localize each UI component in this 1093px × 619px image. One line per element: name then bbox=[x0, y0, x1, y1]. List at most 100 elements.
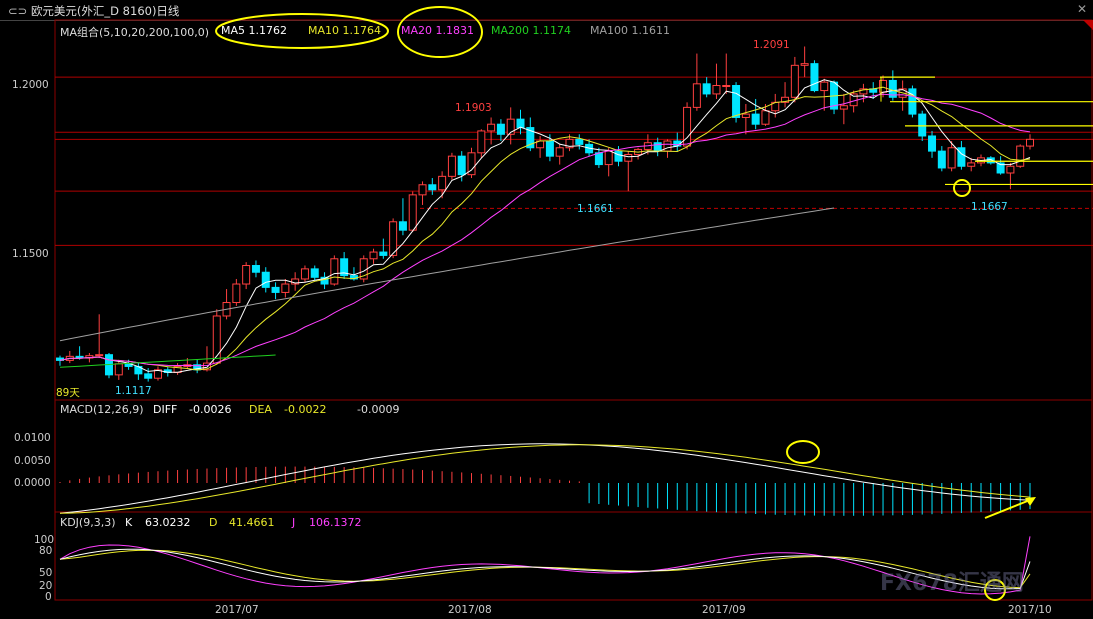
candle bbox=[800, 63, 809, 66]
kdj-j-value: 106.1372 bbox=[309, 516, 362, 529]
y-tick-label: 1.1500 bbox=[12, 248, 49, 260]
chart-stage: ⊂⊃ 欧元美元(外汇_D 8160)日线 ✕ MA组合(5,10,20,200,… bbox=[0, 0, 1093, 619]
macd-y-tick: 0.0100 bbox=[14, 432, 51, 444]
candle bbox=[732, 85, 741, 118]
macd-panel-frame bbox=[54, 399, 1093, 513]
candle bbox=[820, 81, 829, 92]
kdj-y-tick: 80 bbox=[39, 545, 53, 557]
low-annotation: 1.1667 bbox=[971, 201, 1008, 213]
candle bbox=[379, 251, 388, 256]
candle bbox=[614, 150, 623, 162]
candle bbox=[947, 147, 956, 169]
candle bbox=[839, 105, 848, 110]
kdj-d-value: 41.4661 bbox=[229, 516, 275, 529]
y-tick-label: 1.2000 bbox=[12, 79, 49, 91]
macd-diff-line bbox=[59, 443, 1031, 514]
candle bbox=[251, 265, 260, 273]
candle bbox=[300, 268, 309, 280]
ma100-line bbox=[59, 207, 835, 342]
candle bbox=[712, 85, 721, 95]
highlight-ellipse bbox=[786, 440, 820, 464]
candle bbox=[114, 363, 123, 376]
candle bbox=[330, 258, 339, 285]
candle bbox=[653, 142, 662, 152]
candle bbox=[369, 251, 378, 260]
candle bbox=[849, 93, 858, 107]
candle bbox=[408, 194, 417, 231]
candle bbox=[1016, 145, 1025, 167]
candle bbox=[604, 150, 613, 166]
ma20-label: MA20 1.1831 bbox=[401, 24, 474, 37]
macd-dea-value: -0.0022 bbox=[284, 403, 327, 416]
candle bbox=[692, 83, 701, 108]
candle bbox=[428, 184, 437, 191]
candle bbox=[447, 155, 456, 177]
candle bbox=[1006, 165, 1015, 174]
x-tick-label: 2017/07 bbox=[215, 604, 259, 616]
corner-marker bbox=[1083, 20, 1093, 30]
ma5-line bbox=[59, 79, 1031, 373]
candle bbox=[918, 113, 927, 137]
candle bbox=[928, 135, 937, 152]
candle bbox=[761, 110, 770, 125]
kdj-d-label: D bbox=[209, 516, 218, 529]
candle bbox=[810, 63, 819, 92]
kdj-y-tick: 0 bbox=[45, 591, 52, 603]
candle bbox=[95, 354, 104, 357]
ma-indicator-name: MA组合(5,10,20,200,100,0) bbox=[60, 26, 210, 39]
macd-y-tick: 0.0050 bbox=[14, 455, 51, 467]
candle bbox=[487, 123, 496, 132]
trend-arrow bbox=[984, 499, 1031, 519]
ma5-label: MA5 1.1762 bbox=[221, 24, 287, 37]
candle bbox=[790, 64, 799, 98]
candle bbox=[937, 150, 946, 169]
candle bbox=[702, 83, 711, 95]
candle bbox=[594, 152, 603, 166]
candle bbox=[575, 138, 584, 145]
kdj-j-label: J bbox=[292, 516, 296, 529]
candle bbox=[555, 147, 564, 157]
candle bbox=[751, 113, 760, 125]
kdj-header: KDJ(9,3,3) bbox=[60, 516, 116, 529]
candle bbox=[545, 140, 554, 157]
macd-y-tick: 0.0000 bbox=[14, 477, 51, 489]
candle bbox=[271, 286, 280, 293]
candle bbox=[232, 283, 241, 304]
candle bbox=[722, 85, 731, 88]
candle bbox=[242, 265, 251, 285]
candle bbox=[261, 271, 270, 288]
ma10-line bbox=[59, 86, 1031, 371]
ma20-line bbox=[59, 93, 1031, 367]
ma200-label: MA200 1.1174 bbox=[491, 24, 571, 37]
low-annotation: 1.1117 bbox=[115, 385, 152, 397]
candle bbox=[438, 175, 447, 191]
low-annotation: 1.1661 bbox=[577, 203, 614, 215]
high-annotation: 1.1903 bbox=[455, 102, 492, 114]
kdj-k-value: 63.0232 bbox=[145, 516, 191, 529]
candle bbox=[496, 123, 505, 135]
macd-diff-value: -0.0026 bbox=[189, 403, 232, 416]
macd-dea-label: DEA bbox=[249, 403, 272, 416]
kdj-y-tick: 50 bbox=[39, 567, 53, 579]
days-label: 89天 bbox=[56, 387, 80, 399]
candle bbox=[663, 140, 672, 152]
candle bbox=[144, 373, 153, 379]
candle bbox=[310, 268, 319, 278]
macd-header: MACD(12,26,9) bbox=[60, 403, 144, 416]
candle bbox=[477, 130, 486, 154]
candle bbox=[457, 155, 466, 176]
ma10-label: MA10 1.1764 bbox=[308, 24, 381, 37]
candle bbox=[516, 118, 525, 129]
macd-value: -0.0009 bbox=[357, 403, 400, 416]
candle bbox=[281, 283, 290, 293]
high-annotation: 1.2091 bbox=[753, 39, 790, 51]
watermark: FX678汇通网 bbox=[880, 571, 1024, 596]
x-tick-label: 2017/08 bbox=[448, 604, 492, 616]
candle bbox=[418, 184, 427, 196]
macd-diff-label: DIFF bbox=[153, 403, 178, 416]
candle bbox=[741, 113, 750, 118]
macd-dea-line bbox=[59, 444, 1031, 514]
kdj-k-label: K bbox=[125, 516, 133, 529]
candle bbox=[624, 153, 633, 162]
x-tick-label: 2017/09 bbox=[702, 604, 746, 616]
